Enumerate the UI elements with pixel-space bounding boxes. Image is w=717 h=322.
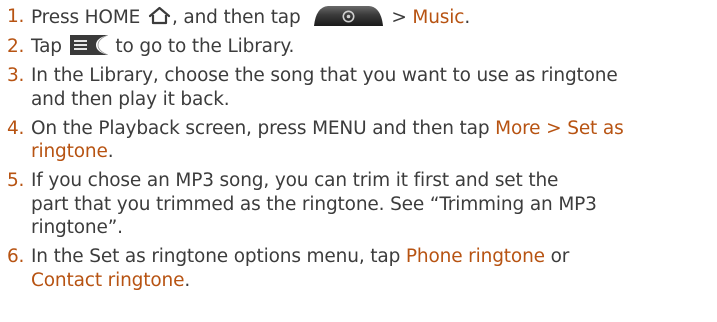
step-text: If you chose an MP3 song, you can trim i…: [31, 169, 711, 240]
step-number: 1.: [7, 6, 25, 27]
step-text: Press HOME , and then tap > Music.: [31, 5, 711, 30]
step-6: 6. In the Set as ringtone options menu, …: [7, 245, 711, 292]
step-text-line: If you chose an MP3 song, you can trim i…: [31, 170, 559, 191]
step-number: 3.: [7, 65, 25, 86]
step-text-line: and then play it back.: [31, 88, 230, 110]
home-icon: [148, 6, 171, 25]
step-text-part: to go to the Library.: [115, 36, 295, 57]
step-text-part: Press HOME: [31, 7, 141, 28]
step-5: 5. If you chose an MP3 song, you can tri…: [7, 169, 711, 240]
document-page: 1. Press HOME , and then tap > Music. 2.…: [0, 0, 717, 322]
all-apps-icon: [314, 6, 384, 26]
step-text: In the Library, choose the song that you…: [31, 64, 711, 111]
step-text-part: or: [544, 246, 570, 267]
step-1: 1. Press HOME , and then tap > Music.: [7, 5, 711, 30]
library-icon: [69, 35, 108, 55]
step-text-part: >: [391, 7, 413, 28]
step-text-part: On the Playback screen, press MENU and t…: [31, 117, 496, 139]
step-number: 4.: [7, 117, 25, 139]
step-text-part: .: [107, 141, 114, 162]
step-number: 6.: [7, 246, 25, 267]
step-4: 4. On the Playback screen, press MENU an…: [7, 117, 711, 164]
step-emphasis: Music: [412, 7, 465, 28]
step-text: In the Set as ringtone options menu, tap…: [31, 245, 711, 292]
step-number: 2.: [7, 36, 25, 57]
step-text-part: .: [184, 269, 191, 291]
step-text-line: ringtone”.: [31, 217, 123, 238]
step-text-part: Tap: [31, 36, 62, 57]
step-2: 2. Tap to go to the Library.: [7, 35, 711, 59]
step-3: 3. In the Library, choose the song that …: [7, 64, 711, 111]
step-emphasis: Contact ringtone: [31, 269, 185, 291]
step-text-part: In the Set as ringtone options menu, tap: [31, 246, 406, 267]
step-text-part: .: [464, 7, 471, 28]
step-text: Tap to go to the Library.: [31, 35, 711, 59]
step-text-line: In the Library, choose the song that you…: [31, 65, 618, 86]
step-number: 5.: [7, 170, 25, 191]
step-emphasis: Phone ringtone: [405, 246, 545, 267]
step-text: On the Playback screen, press MENU and t…: [31, 117, 711, 164]
step-text-part: , and then tap: [171, 7, 301, 28]
step-text-line: part that you trimmed as the ringtone. S…: [31, 193, 597, 215]
instruction-steps: 1. Press HOME , and then tap > Music. 2.…: [7, 5, 711, 292]
